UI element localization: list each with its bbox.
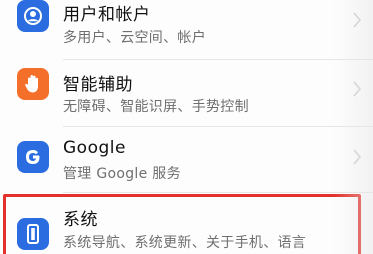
settings-item-user-accounts[interactable]: 用户和帐户 多用户、云空间、帐户	[0, 0, 373, 48]
settings-item-google[interactable]: Google 管理 Google 服务	[0, 127, 373, 191]
chevron-right-icon	[353, 149, 362, 165]
chevron-right-icon	[353, 81, 362, 97]
hand-icon	[17, 68, 49, 100]
settings-item-title: 智能辅助	[63, 75, 133, 95]
chevron-right-icon	[353, 12, 362, 28]
user-account-icon	[17, 0, 49, 32]
settings-item-subtitle: 多用户、云空间、帐户	[63, 30, 206, 46]
highlight-frame	[3, 194, 361, 254]
divider	[63, 192, 373, 193]
google-g-icon	[17, 141, 49, 173]
settings-item-title: 用户和帐户	[63, 5, 151, 25]
settings-screen: 用户和帐户 多用户、云空间、帐户 智能辅助 无障碍、智能识屏、手势控制 Goog…	[0, 0, 373, 254]
settings-item-subtitle: 无障碍、智能识屏、手势控制	[63, 99, 249, 115]
settings-item-title: Google	[63, 138, 126, 158]
settings-item-smart-assist[interactable]: 智能辅助 无障碍、智能识屏、手势控制	[0, 60, 373, 124]
settings-item-subtitle: 管理 Google 服务	[63, 166, 181, 182]
